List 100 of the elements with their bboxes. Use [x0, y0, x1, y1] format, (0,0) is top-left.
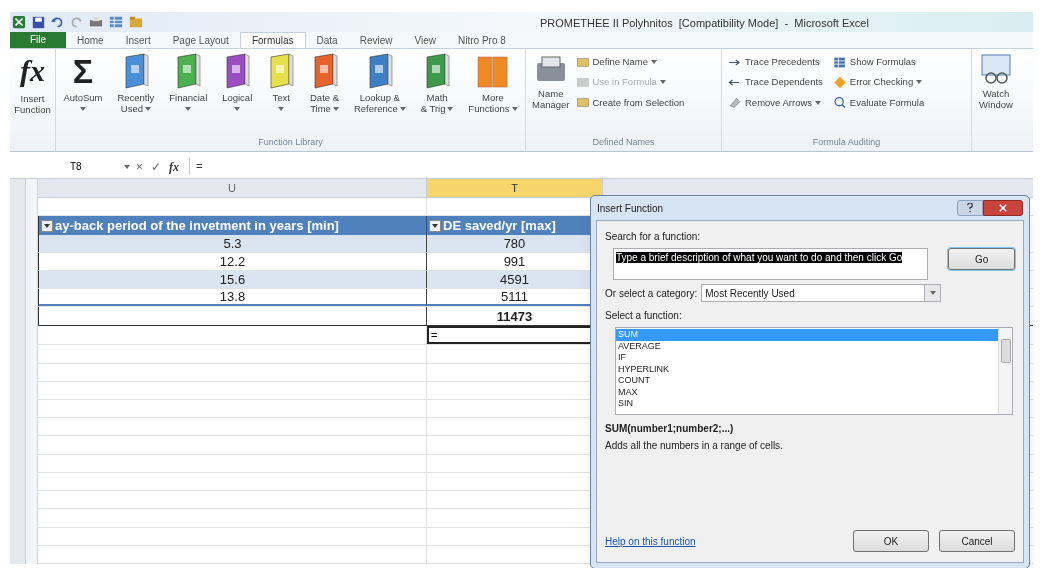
dialog-button[interactable]: OK [853, 530, 929, 552]
dialog-button[interactable]: Cancel [939, 530, 1015, 552]
field-label: Select a function: [605, 309, 683, 323]
ribbon-tab[interactable]: Insert [114, 32, 162, 48]
tag-icon [575, 75, 590, 89]
header-text: DE saved/yr [max] [443, 217, 556, 236]
undo-icon [51, 15, 64, 29]
function-list-item[interactable]: SIN [616, 398, 998, 410]
caret-icon [332, 106, 339, 111]
tag-icon [575, 55, 590, 69]
ribbon-button[interactable]: Math & Trig [418, 53, 456, 114]
filter-dropdown-icon [429, 219, 441, 232]
caret-icon [511, 106, 518, 111]
ribbon-button[interactable]: Watch Window [972, 53, 1020, 110]
function-list-item[interactable]: IF [616, 352, 998, 364]
list-scroll-bar[interactable] [998, 328, 1012, 414]
ribbon-button[interactable]: Recently Used [115, 53, 157, 114]
caret-icon [929, 291, 936, 295]
ribbon-button[interactable]: Trace Dependents [728, 75, 823, 90]
insert-function-button[interactable]: fx Insert Function [10, 53, 55, 115]
dialog-title: Insert Function [597, 201, 664, 216]
sheet-icon [832, 55, 847, 69]
function-list-item[interactable]: MAX [616, 386, 998, 398]
eraser-icon [728, 96, 742, 110]
formula-bar-button[interactable]: fx [167, 157, 181, 176]
ribbon-button[interactable]: Text [265, 53, 298, 111]
grid-icon [109, 15, 123, 29]
category-dropdown[interactable]: Most Recently Used [701, 284, 942, 302]
help-link[interactable]: Help on this function [605, 533, 696, 549]
ribbon-button[interactable]: Evaluate Formula [832, 95, 925, 110]
table-cell: 13.8 [38, 289, 427, 307]
ribbon-button[interactable]: Remove Arrows [728, 95, 823, 110]
name-box[interactable]: T8 [10, 157, 120, 176]
ribbon-button[interactable]: More Functions [466, 53, 520, 114]
ribbon-tab[interactable]: Home [66, 32, 115, 48]
caret-icon [399, 106, 406, 111]
go-button[interactable]: Go [948, 248, 1015, 270]
formula-bar-button[interactable]: ✓ [149, 157, 163, 176]
header-text: ay-back period of the invetment in years [min] [55, 217, 339, 236]
caret-icon [185, 107, 192, 111]
group-label: Formula Auditing [811, 135, 882, 149]
ribbon-tab[interactable]: View [403, 32, 447, 48]
excel-logo-icon [12, 15, 26, 29]
ribbon-button[interactable]: Error Checking [832, 75, 925, 90]
search-field[interactable]: Type a brief description of what you want to do and then click Go [613, 248, 929, 280]
table-cell: 15.6 [38, 271, 427, 289]
caret-icon [124, 164, 130, 169]
field-label: Search for a function: [605, 230, 702, 244]
ribbon-button[interactable]: Trace Precedents [728, 55, 823, 70]
caret-icon [278, 107, 285, 111]
close-icon [999, 204, 1007, 212]
ribbon-tab[interactable]: Nitro Pro 8 [447, 32, 517, 48]
save-icon [32, 15, 45, 29]
function-list-item[interactable]: HYPERLINK [616, 363, 998, 375]
function-description: Adds all the numbers in a range of cells. [605, 439, 784, 453]
group-label: Defined Names [591, 135, 656, 149]
ribbon-button[interactable]: Show Formulas [832, 55, 925, 70]
formula-text: = [189, 158, 203, 175]
help-button[interactable] [957, 200, 983, 216]
printer-icon [89, 15, 103, 29]
caret-icon [144, 106, 151, 111]
tag-icon [575, 96, 590, 110]
ribbon-button[interactable]: Date & Time [308, 53, 342, 114]
diamond-icon [832, 75, 847, 89]
group-label: Function Library [257, 135, 324, 149]
caret-icon [815, 100, 822, 105]
ribbon-button[interactable]: Financial [167, 53, 210, 111]
table-cell: 12.2 [38, 253, 427, 271]
column-header[interactable]: T [427, 179, 603, 198]
ribbon-button[interactable]: Create from Selection [575, 95, 685, 110]
formula-bar-button[interactable]: × [134, 157, 145, 176]
caret-icon [650, 60, 657, 65]
magnifier-icon [832, 96, 847, 110]
function-icon: fx [20, 53, 45, 89]
window-title: PROMETHEE II Polyhnitos [Compatibility Mode] - Microsoft Excel [540, 16, 869, 31]
caret-icon [916, 80, 923, 85]
caret-icon [659, 80, 666, 85]
ribbon-tab[interactable]: Page Layout [161, 32, 240, 48]
caret-icon [79, 107, 86, 111]
field-label: Or select a category: [605, 286, 698, 301]
help-icon [966, 203, 974, 213]
function-list-item[interactable]: AVERAGE [616, 340, 998, 352]
watch-window-icon [980, 53, 1012, 85]
redo-icon [70, 15, 83, 29]
function-list-item[interactable]: COUNT [616, 375, 998, 387]
filter-dropdown-icon [41, 219, 53, 232]
ribbon-button[interactable]: Σ AutoSum [61, 53, 105, 111]
close-button[interactable] [983, 200, 1023, 216]
folder-icon [129, 15, 143, 29]
ribbon-button[interactable]: Define Name [575, 55, 685, 70]
table-cell: 5.3 [38, 235, 427, 253]
function-signature: SUM(number1;number2;...) [605, 422, 735, 436]
ribbon-button[interactable]: Name Manager [530, 53, 572, 110]
ribbon-tab[interactable]: Formulas [239, 32, 306, 48]
ribbon-button[interactable]: Lookup & Reference [351, 53, 408, 114]
scroll-bar[interactable] [10, 179, 26, 564]
ribbon-tab[interactable]: Data [305, 32, 349, 48]
sigma-icon: Σ [72, 53, 94, 89]
ribbon-tab[interactable]: Review [348, 32, 404, 48]
ribbon-button[interactable]: Logical [220, 53, 255, 111]
